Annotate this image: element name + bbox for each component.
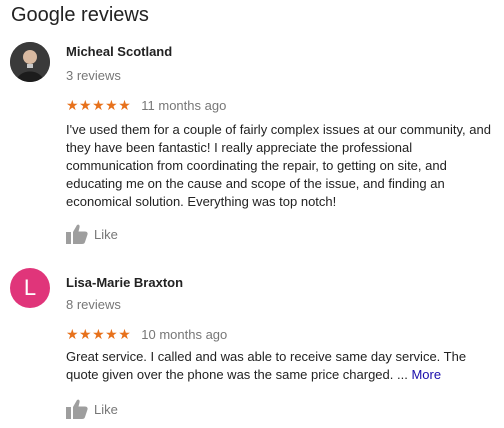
star-rating: ★★★★★ [66,325,132,342]
reviewer-review-count: 3 reviews [66,68,121,83]
reviewer-name[interactable]: Lisa-Marie Braxton [66,275,183,290]
profile-photo [10,42,50,82]
page-title: Google reviews [11,4,149,26]
review-time: 10 months ago [141,326,228,342]
review-text-body: Great service. I called and was able to … [66,349,467,382]
reviewer-name[interactable]: Micheal Scotland [66,44,172,59]
avatar[interactable]: L [10,268,50,308]
thumbs-up-icon [66,224,88,244]
rating-row: ★★★★★ 11 months ago [66,97,226,113]
more-link[interactable]: More [411,367,441,382]
thumbs-up-icon [66,399,88,419]
like-label: Like [94,401,118,417]
review-text: I've used them for a couple of fairly co… [66,122,491,209]
review-time: 11 months ago [141,97,227,113]
star-rating: ★★★★★ [66,96,132,113]
like-label: Like [94,226,118,242]
reviewer-review-count: 8 reviews [66,297,121,312]
avatar[interactable] [10,42,50,82]
like-button[interactable]: Like [66,224,118,244]
review-text: Great service. I called and was able to … [66,348,496,384]
rating-row: ★★★★★ 10 months ago [66,326,227,342]
like-button[interactable]: Like [66,399,118,419]
